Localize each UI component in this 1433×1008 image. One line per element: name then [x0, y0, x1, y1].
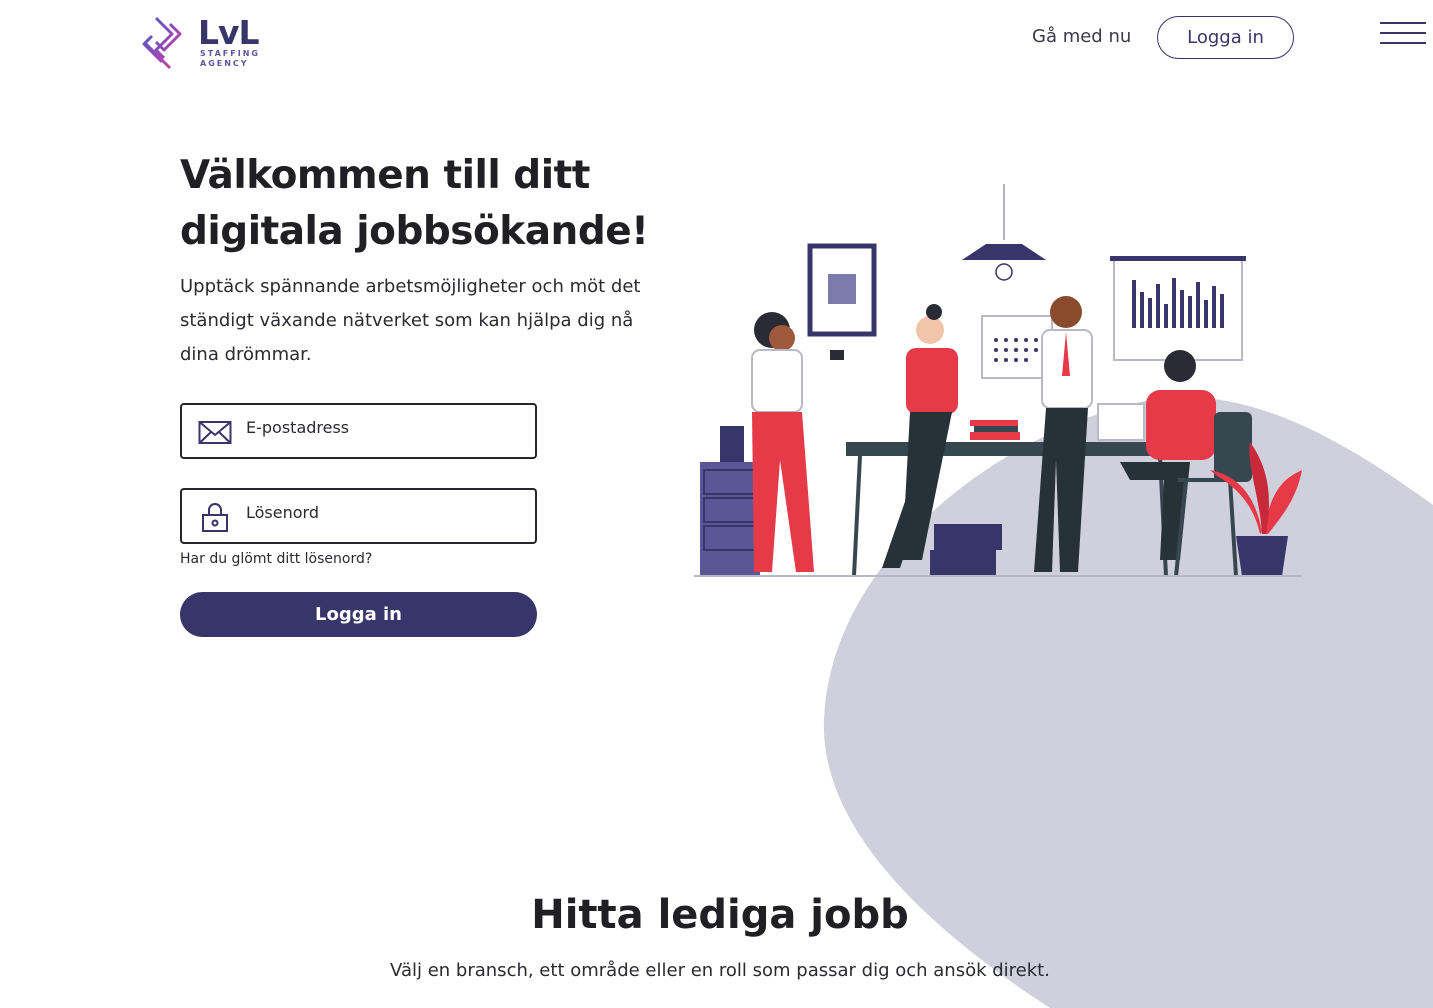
mail-icon [198, 421, 232, 444]
logo-tagline: STAFFING AGENCY [200, 49, 260, 68]
email-field[interactable] [180, 403, 537, 459]
hero-title: Välkommen till ditt digitala jobbsökande… [180, 153, 649, 254]
logo-mark-icon [142, 16, 182, 70]
office-team-illustration [694, 184, 1302, 577]
jobs-section-title: Hitta lediga jobb [531, 892, 909, 938]
password-input[interactable] [246, 498, 516, 526]
brand-logo[interactable]: LvL STAFFING AGENCY [142, 14, 262, 74]
logo-wordmark: LvL [198, 13, 260, 52]
email-input[interactable] [246, 413, 516, 441]
login-submit-button[interactable]: Logga in [180, 592, 537, 637]
jobs-section-subtitle: Välj en bransch, ett område eller en rol… [390, 960, 1050, 981]
lock-icon [202, 503, 228, 532]
join-now-link[interactable]: Gå med nu [1032, 26, 1131, 47]
hero-description: Upptäck spännande arbetsmöjligheter och … [180, 276, 641, 365]
forgot-password-link[interactable]: Har du glömt ditt lösenord? [180, 551, 372, 567]
menu-icon[interactable] [1380, 22, 1426, 46]
header-login-button[interactable]: Logga in [1157, 16, 1294, 59]
password-field[interactable] [180, 488, 537, 544]
